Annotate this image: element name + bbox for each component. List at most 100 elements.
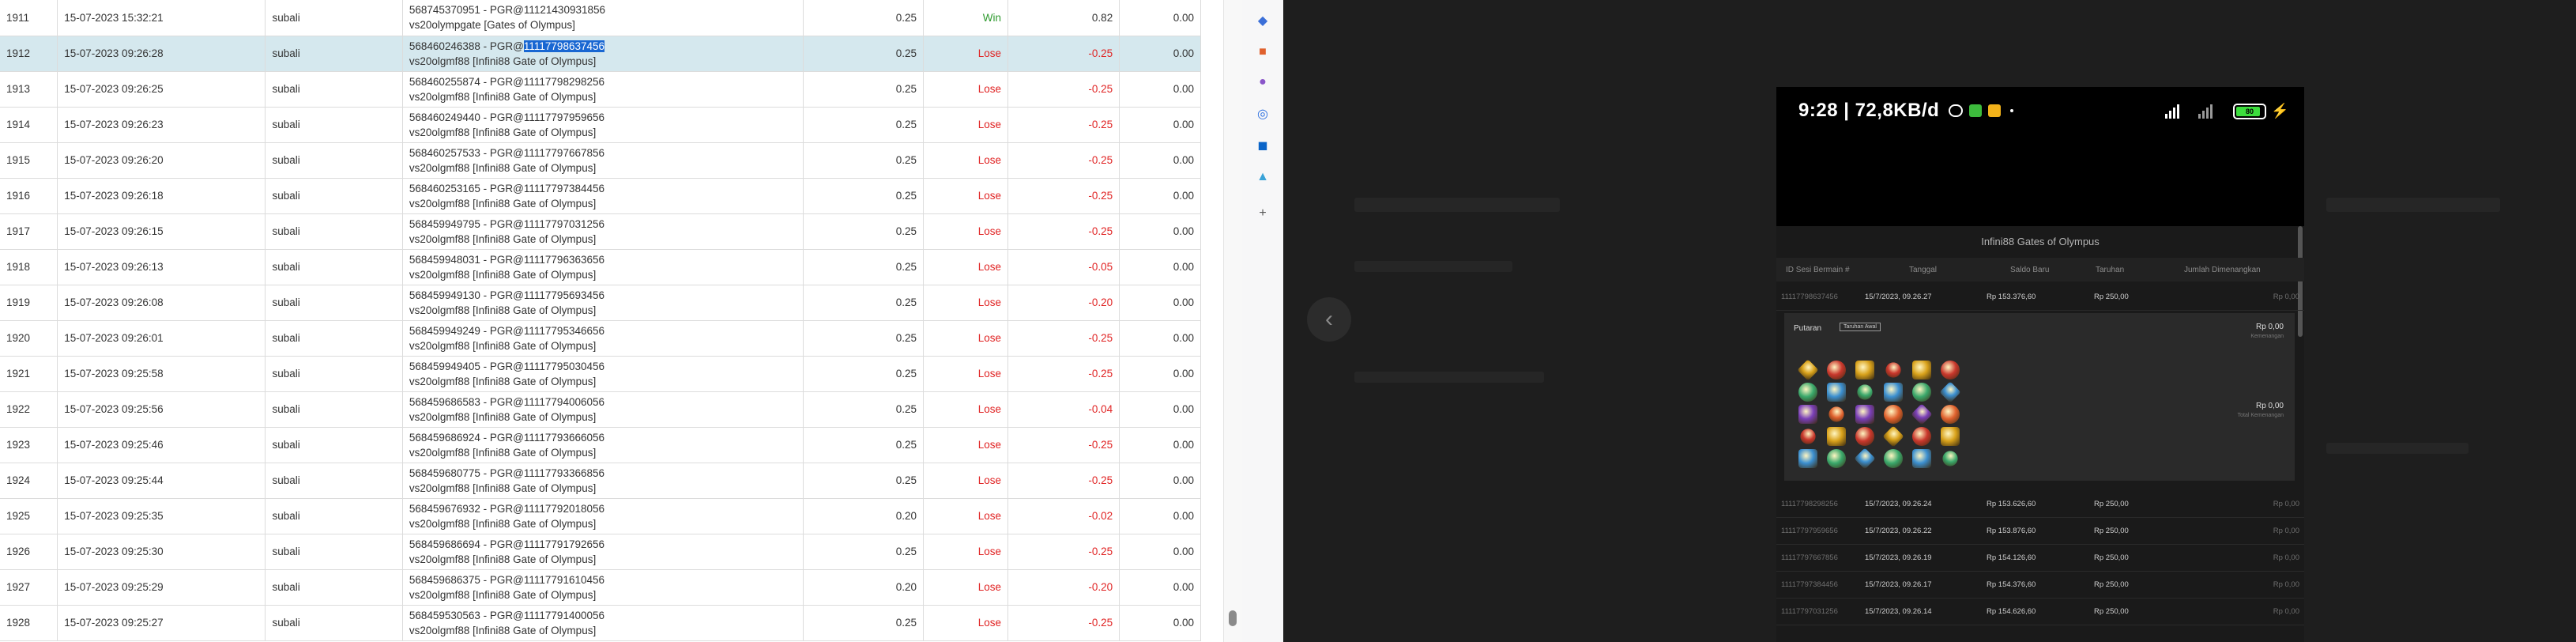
row-description[interactable]: 568460253165 - PGR@11117797384456 vs20olg… — [402, 178, 804, 214]
transaction-id: 568459949130 - PGR@ — [409, 289, 524, 301]
description-line-1: 568459686924 - PGR@11117793666056 — [409, 430, 797, 445]
history-row[interactable]: 11117798298256 15/7/2023, 09.26.24 Rp 153.… — [1776, 490, 2304, 518]
row-description[interactable]: 568459686924 - PGR@11117793666056 vs20olg… — [402, 427, 804, 463]
row-balance: 0.00 — [1119, 427, 1201, 463]
previous-image-button[interactable]: ‹ — [1307, 297, 1351, 342]
table-row[interactable]: 1925 15-07-2023 09:25:35 subali 56845967693… — [0, 498, 1201, 534]
tag-icon[interactable]: ◆ — [1253, 11, 1272, 30]
row-description[interactable]: 568459949405 - PGR@11117795030456 vs20olg… — [402, 356, 804, 392]
battery-icon: 80 — [2233, 104, 2266, 119]
row-balance: 0.00 — [1119, 463, 1201, 499]
row-bet: 0.25 — [803, 534, 924, 570]
row-datetime: 15-07-2023 09:25:35 — [57, 498, 266, 534]
chevron-left-icon: ‹ — [1325, 306, 1333, 332]
row-result: Lose — [923, 605, 1008, 641]
game-code: vs20olympgate [Gates of Olympus] — [409, 19, 575, 32]
outlook-icon[interactable]: ◼ — [1253, 136, 1272, 155]
row-username: subali — [265, 178, 403, 214]
row-bet: 0.25 — [803, 36, 924, 72]
total-win-label: Total Kemenangan — [2237, 413, 2284, 418]
table-row[interactable]: 1924 15-07-2023 09:25:44 subali 56845968077… — [0, 463, 1201, 499]
add-icon[interactable]: + — [1253, 204, 1272, 223]
game-code: vs20olgmf88 [Infini88 Gate of Olympus] — [409, 553, 597, 565]
history-row[interactable]: 11117797031256 15/7/2023, 09.26.14 Rp 154.… — [1776, 598, 2304, 625]
message-icon — [1988, 104, 2001, 117]
table-row[interactable]: 1923 15-07-2023 09:25:46 subali 56845968692… — [0, 427, 1201, 463]
transaction-id: 568459949795 - PGR@ — [409, 217, 524, 230]
round-label: Putaran — [1794, 324, 1822, 333]
table-row[interactable]: 1919 15-07-2023 09:26:08 subali 56845994913… — [0, 285, 1201, 321]
status-clock: 9:28 | 72,8KB/d — [1798, 100, 1940, 121]
battery-percent: 80 — [2245, 108, 2254, 115]
row-bet: 0.25 — [803, 320, 924, 357]
table-row[interactable]: 1911 15-07-2023 15:32:21 subali 56874537095… — [0, 0, 1201, 36]
game-code: vs20olgmf88 [Infini88 Gate of Olympus] — [409, 161, 597, 174]
table-row[interactable]: 1918 15-07-2023 09:26:13 subali 56845994803… — [0, 249, 1201, 285]
row-username: subali — [265, 534, 403, 570]
gem-symbol-icon — [1855, 427, 1874, 446]
row-description[interactable]: 568459686375 - PGR@11117791610456 vs20olg… — [402, 569, 804, 606]
row-description[interactable]: 568460249440 - PGR@11117797959656 vs20olg… — [402, 107, 804, 143]
table-row[interactable]: 1912 15-07-2023 09:26:28 subali 56846024638… — [0, 36, 1201, 72]
row-description[interactable]: 568460246388 - PGR@11117798637456 vs20olg… — [402, 36, 804, 72]
table-row[interactable]: 1926 15-07-2023 09:25:30 subali 56845968669… — [0, 534, 1201, 570]
table-row[interactable]: 1913 15-07-2023 09:26:25 subali 56846025587… — [0, 71, 1201, 108]
row-description[interactable]: 568459948031 - PGR@11117796363656 vs20olg… — [402, 249, 804, 285]
table-row[interactable]: 1917 15-07-2023 09:26:15 subali 56845994979… — [0, 213, 1201, 250]
table-row[interactable]: 1928 15-07-2023 09:25:27 subali 56845953056… — [0, 605, 1201, 641]
row-description[interactable]: 568459686694 - PGR@11117791792656 vs20olg… — [402, 534, 804, 570]
row-description[interactable]: 568460257533 - PGR@11117797667856 vs20olg… — [402, 142, 804, 179]
dimmed-text-line — [2326, 198, 2500, 212]
row-id: 11117797959656 — [1781, 527, 1838, 535]
row-description[interactable]: 568459676932 - PGR@11117792018056 vs20olg… — [402, 498, 804, 534]
row-balance: 0.00 — [1119, 36, 1201, 72]
row-win: Rp 0,00 — [2273, 527, 2299, 535]
scrollbar-thumb[interactable] — [1229, 610, 1237, 626]
table-row[interactable]: 1915 15-07-2023 09:26:20 subali 56846025753… — [0, 142, 1201, 179]
table-row[interactable]: 1921 15-07-2023 09:25:58 subali 56845994940… — [0, 356, 1201, 392]
row-description[interactable]: 568460255874 - PGR@11117798298256 vs20olg… — [402, 71, 804, 108]
description-line-1: 568459949249 - PGR@11117795346656 — [409, 323, 797, 338]
table-row[interactable]: 1916 15-07-2023 09:26:18 subali 56846025316… — [0, 178, 1201, 214]
people-icon[interactable]: ● — [1253, 73, 1272, 92]
transaction-id: 568460255874 - PGR@ — [409, 75, 524, 88]
row-description[interactable]: 568459949795 - PGR@11117797031256 vs20olg… — [402, 213, 804, 250]
table-row[interactable]: 1927 15-07-2023 09:25:29 subali 56845968637… — [0, 569, 1201, 606]
toolbox-icon[interactable]: ■ — [1253, 43, 1272, 62]
ring-icon[interactable]: ◎ — [1253, 104, 1272, 123]
row-result: Lose — [923, 498, 1008, 534]
row-username: subali — [265, 320, 403, 357]
row-winloss: -0.25 — [1007, 36, 1120, 72]
row-datetime: 15-07-2023 09:26:13 — [57, 249, 266, 285]
table-row[interactable]: 1914 15-07-2023 09:26:23 subali 56846024944… — [0, 107, 1201, 143]
row-datetime: 15-07-2023 09:26:25 — [57, 71, 266, 108]
row-description[interactable]: 568745370951 - PGR@11121430931856 vs20oly… — [402, 0, 804, 36]
row-description[interactable]: 568459686583 - PGR@11117794006056 vs20olg… — [402, 391, 804, 428]
row-number: 1926 — [0, 534, 58, 570]
row-id: 11117797384456 — [1781, 580, 1838, 589]
history-row[interactable]: 11117797384456 15/7/2023, 09.26.17 Rp 154.… — [1776, 571, 2304, 599]
gem-symbol-icon — [1854, 381, 1876, 403]
transaction-id: 568459686583 - PGR@ — [409, 395, 524, 408]
history-row[interactable]: 11117797959656 15/7/2023, 09.26.22 Rp 153.… — [1776, 517, 2304, 545]
table-scrollbar[interactable] — [1223, 0, 1243, 642]
game-code: vs20olgmf88 [Infini88 Gate of Olympus] — [409, 624, 597, 636]
row-datetime: 15-07-2023 09:26:01 — [57, 320, 266, 357]
row-datetime: 15-07-2023 09:25:44 — [57, 463, 266, 499]
row-description[interactable]: 568459949249 - PGR@11117795346656 vs20olg… — [402, 320, 804, 357]
row-result: Lose — [923, 142, 1008, 179]
table-row[interactable]: 1920 15-07-2023 09:26:01 subali 56845994924… — [0, 320, 1201, 357]
row-id: 11117797667856 — [1781, 553, 1838, 562]
row-description[interactable]: 568459949130 - PGR@11117795693456 vs20olg… — [402, 285, 804, 321]
table-row[interactable]: 1922 15-07-2023 09:25:56 subali 56845968658… — [0, 391, 1201, 428]
row-winloss: -0.25 — [1007, 213, 1120, 250]
extension-sidebar: ◆ ■ ● ◎ ◼ ▲ + — [1242, 0, 1284, 642]
row-description[interactable]: 568459680775 - PGR@11117793366856 vs20olg… — [402, 463, 804, 499]
history-row[interactable]: 11117798637456 15/7/2023, 09.26.27 Rp 15… — [1776, 283, 2304, 311]
row-datetime: 15-07-2023 09:26:23 — [57, 107, 266, 143]
row-balance: 0.00 — [1119, 569, 1201, 606]
history-row[interactable]: 11117797667856 15/7/2023, 09.26.19 Rp 154.… — [1776, 544, 2304, 572]
cart-icon[interactable]: ▲ — [1253, 168, 1272, 187]
row-description[interactable]: 568459530563 - PGR@11117791400056 vs20olg… — [402, 605, 804, 641]
row-balance: 0.00 — [1119, 391, 1201, 428]
